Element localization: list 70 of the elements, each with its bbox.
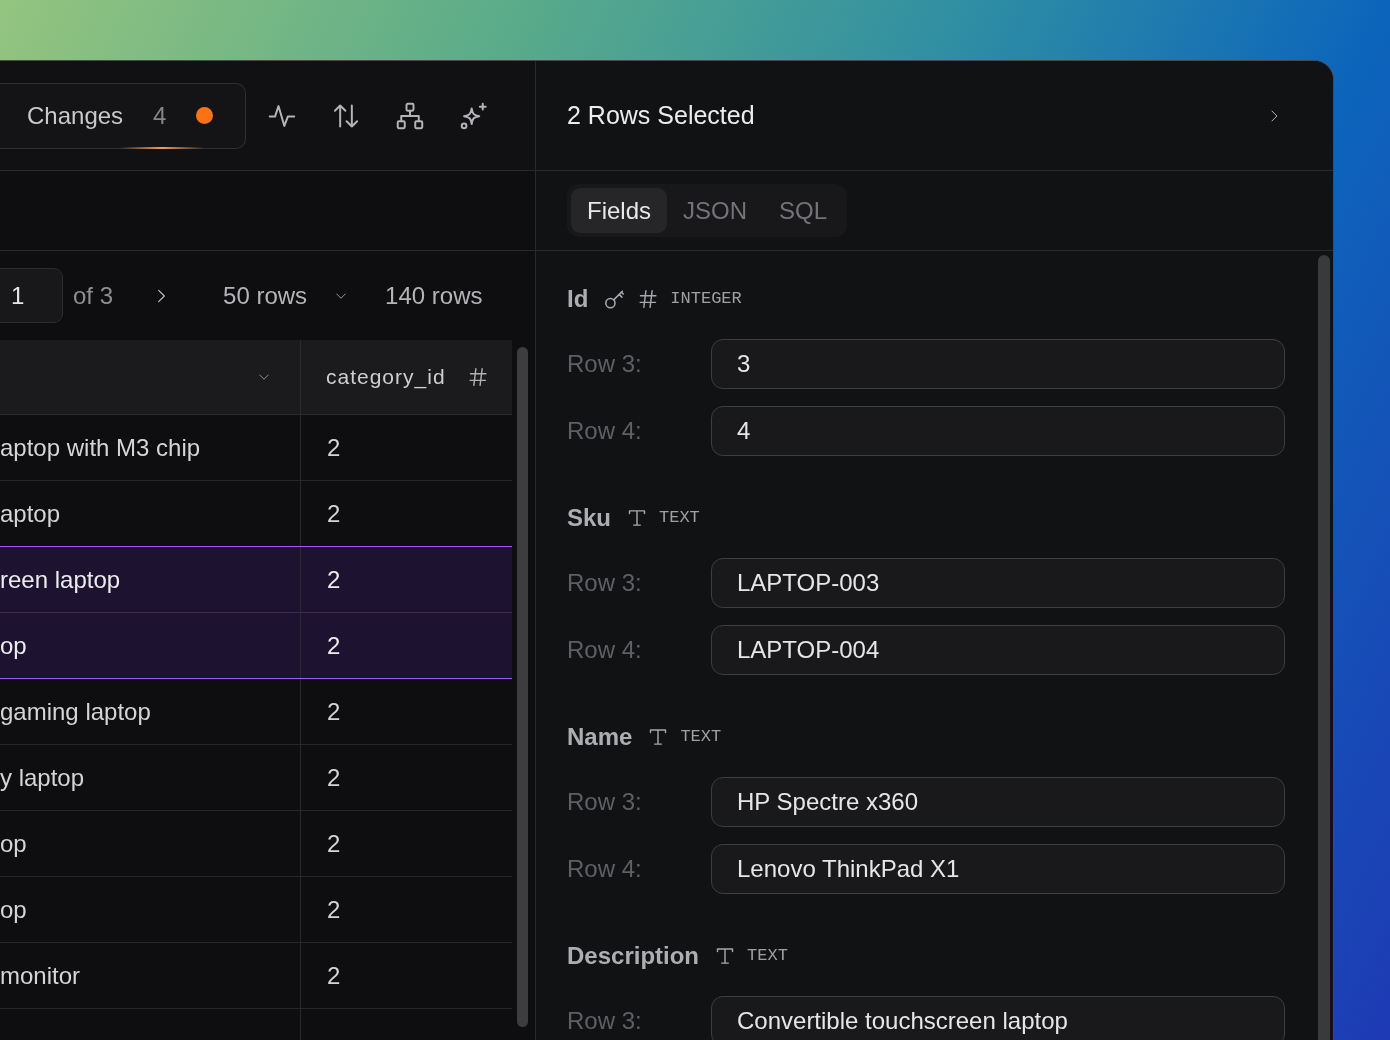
row-count: 140 rows <box>385 280 483 311</box>
table-cell-text: 2 <box>326 960 342 991</box>
value-field[interactable]: HP Spectre x360 <box>711 777 1285 827</box>
value-field[interactable]: LAPTOP-003 <box>711 558 1285 608</box>
row-label: Row 3: <box>567 568 643 598</box>
table-cell: y laptop <box>0 745 301 810</box>
table-cell: op <box>0 877 301 942</box>
table-cell-text: 2 <box>326 894 342 925</box>
table-cell: gaming laptop <box>0 679 301 744</box>
field-name: Sku <box>567 503 611 533</box>
table-cell: reen laptop <box>0 547 301 612</box>
table-row[interactable]: y laptop 2 <box>0 745 512 811</box>
row-label: Row 3: <box>567 349 643 379</box>
table-row[interactable]: aptop with M3 chip 2 <box>0 415 512 481</box>
table-row[interactable]: aptop 2 <box>0 481 512 547</box>
page-size-dropdown[interactable]: 50 rows <box>223 277 350 314</box>
text-type-icon <box>715 946 736 966</box>
table-row[interactable]: op 2 <box>0 811 512 877</box>
table-cell-text: 2 <box>326 564 342 595</box>
value-field[interactable]: 3 <box>711 339 1285 389</box>
field-type: TEXT <box>747 945 788 968</box>
row-label: Row 3: <box>567 1006 643 1036</box>
scrollbar-thumb[interactable] <box>517 347 528 1027</box>
scrollbar-thumb[interactable] <box>1318 255 1330 1040</box>
table-row[interactable]: op 2 <box>0 613 512 679</box>
table-cell: aptop with M3 chip <box>0 415 301 480</box>
field-name: Description <box>567 941 700 971</box>
table-row[interactable]: op 2 <box>0 877 512 943</box>
table-cell: monitor <box>0 943 301 1008</box>
table-cell-text: 2 <box>326 762 342 793</box>
changes-button[interactable]: Changes 4 <box>0 82 246 149</box>
table-cell: op <box>0 613 301 678</box>
table-row[interactable]: monitor 2 <box>0 943 512 1009</box>
tab[interactable]: Fields <box>571 188 668 233</box>
table-cell-text: 2 <box>326 630 342 661</box>
hierarchy-icon <box>396 101 424 130</box>
row-label: Row 4: <box>567 854 643 884</box>
row-label: Row 4: <box>567 416 643 446</box>
chevron-down-icon <box>256 371 272 383</box>
row-label: Row 4: <box>567 635 643 665</box>
hash-icon <box>638 289 659 309</box>
column-header: category_id <box>326 364 446 391</box>
field-type: TEXT <box>659 507 700 530</box>
value-field[interactable]: Lenovo ThinkPad X1 <box>711 844 1285 894</box>
sparkles-icon <box>460 101 488 130</box>
table-cell-text: 2 <box>326 828 342 859</box>
field-type: TEXT <box>680 726 722 749</box>
value-field[interactable]: Convertible touchscreen laptop <box>711 996 1285 1040</box>
text-type-icon <box>627 508 647 528</box>
table-cell-text: 2 <box>326 696 342 727</box>
text-type-icon <box>648 727 669 747</box>
field-name: Name <box>567 722 633 752</box>
tab[interactable]: JSON <box>667 188 764 233</box>
table-cell-text: 2 <box>326 432 342 463</box>
table-cell: op <box>0 811 301 876</box>
page-count: of 3 <box>73 280 114 311</box>
change-count: 4 <box>153 100 167 131</box>
table-row[interactable]: gaming laptop 2 <box>0 679 512 745</box>
panel-title: 2 Rows Selected <box>567 99 755 131</box>
table-cell: aptop <box>0 481 301 546</box>
page-input[interactable]: 1 <box>0 268 63 323</box>
hash-icon <box>468 367 488 387</box>
tab[interactable]: SQL <box>763 188 844 233</box>
value-field[interactable]: LAPTOP-004 <box>711 625 1285 675</box>
value-field[interactable]: 4 <box>711 406 1285 456</box>
row-label: Row 3: <box>567 787 643 817</box>
field-name: Id <box>567 284 589 314</box>
table-row[interactable]: reen laptop 2 <box>0 547 512 613</box>
field-type: INTEGER <box>670 288 742 311</box>
table-cell-text: 2 <box>326 498 342 529</box>
